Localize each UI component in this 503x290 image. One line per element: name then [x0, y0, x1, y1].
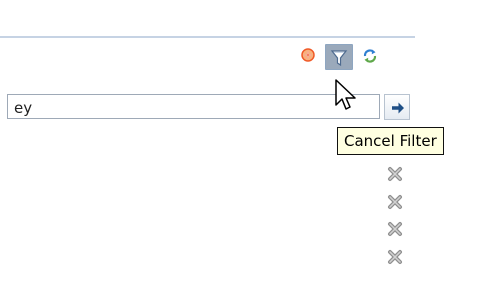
refresh-icon[interactable]: [361, 47, 379, 65]
remove-icon[interactable]: [387, 221, 403, 237]
remove-icon[interactable]: [387, 166, 403, 182]
divider: [0, 36, 415, 38]
remove-icon[interactable]: [387, 249, 403, 265]
go-button[interactable]: [384, 94, 410, 120]
arrow-right-icon: [392, 102, 404, 114]
add-icon[interactable]: [300, 47, 316, 63]
filter-button[interactable]: [325, 44, 353, 70]
remove-icon[interactable]: [387, 194, 403, 210]
mouse-cursor-icon: [335, 79, 356, 110]
tooltip: Cancel Filter: [337, 127, 444, 155]
search-input[interactable]: [7, 94, 380, 119]
filter-panel: Cancel Filter: [0, 0, 503, 290]
filter-icon: [330, 50, 348, 67]
